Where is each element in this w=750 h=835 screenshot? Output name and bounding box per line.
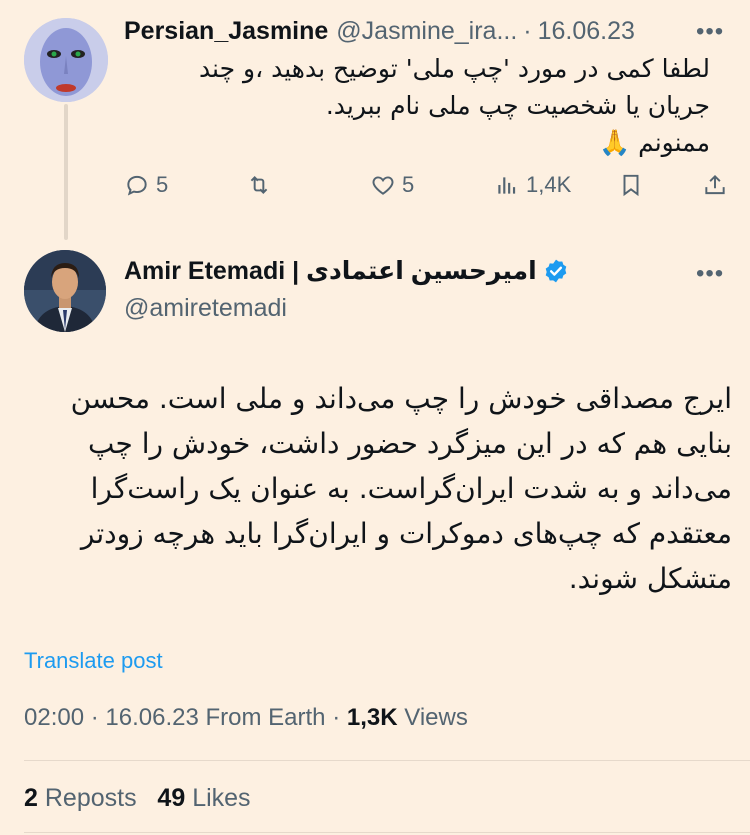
separator-dot: · xyxy=(90,704,99,731)
reply-text-line: لطفا کمی در مورد 'چپ ملی' توضیح بدهید ،و… xyxy=(198,54,710,83)
bookmark-button[interactable] xyxy=(618,172,644,198)
post-date[interactable]: 16.06.23 xyxy=(105,704,198,731)
heart-icon xyxy=(372,176,394,195)
likes-label: Likes xyxy=(192,784,251,812)
post-metadata: 02:00 · 16.06.23 From Earth · 1,3K Views xyxy=(24,704,468,732)
verified-badge-icon xyxy=(545,259,566,283)
views-count: 1,3K xyxy=(346,704,398,731)
avatar[interactable] xyxy=(24,250,106,332)
avatar[interactable] xyxy=(24,18,108,102)
analytics-icon xyxy=(498,177,516,194)
more-icon[interactable]: ••• xyxy=(696,260,724,288)
engagement-stats: 2 Reposts 49 Likes xyxy=(24,784,251,813)
separator-dot: · xyxy=(523,16,532,45)
repost-icon xyxy=(250,176,268,194)
author-name[interactable]: Amir Etemadi | امیرحسین اعتمادی xyxy=(124,256,537,286)
repost-button[interactable] xyxy=(246,172,278,198)
share-button[interactable] xyxy=(702,172,728,198)
author-handle[interactable]: @amiretemadi xyxy=(124,294,287,323)
author-handle[interactable]: @Jasmine_ira... xyxy=(336,17,517,46)
translate-post-link[interactable]: Translate post xyxy=(24,648,163,674)
author-name[interactable]: Persian_Jasmine xyxy=(124,17,328,46)
view-count: 1,4K xyxy=(526,172,572,197)
separator-dot: · xyxy=(332,704,341,731)
reply-text: لطفا کمی در مورد 'چپ ملی' توضیح بدهید ،و… xyxy=(150,50,710,161)
bookmark-icon xyxy=(623,174,639,197)
reply-icon xyxy=(127,175,147,196)
reply-text-line: جریان یا شخصیت چپ ملی نام ببرید. xyxy=(325,91,710,120)
reposts-count: 2 xyxy=(24,784,38,812)
reposts-label: Reposts xyxy=(44,784,137,812)
author-name-row: Amir Etemadi | امیرحسین اعتمادی xyxy=(124,256,569,286)
action-bar: 5 5 1,4K xyxy=(124,172,734,206)
post-text: ایرج مصداقی خودش را چپ می‌داند و ملی است… xyxy=(70,382,732,595)
views-label: Views xyxy=(404,704,468,731)
like-count: 5 xyxy=(402,172,415,197)
reply-header: Persian_Jasmine @Jasmine_ira... · 16.06.… xyxy=(124,14,635,48)
divider xyxy=(24,832,750,833)
reply-count: 5 xyxy=(156,172,169,197)
post-source: From Earth xyxy=(205,704,326,731)
likes-count: 49 xyxy=(157,784,186,812)
divider xyxy=(24,760,750,761)
more-icon[interactable]: ••• xyxy=(696,18,724,46)
share-icon xyxy=(705,174,725,195)
like-button[interactable]: 5 xyxy=(370,172,414,198)
reply-text-line: ممنونم 🙏 xyxy=(599,128,710,157)
reposts-stat[interactable]: 2 Reposts xyxy=(24,784,137,812)
likes-stat[interactable]: 49 Likes xyxy=(157,784,250,812)
post-date[interactable]: 16.06.23 xyxy=(538,17,635,46)
views-button[interactable]: 1,4K xyxy=(494,172,571,198)
reply-tweet[interactable]: Persian_Jasmine @Jasmine_ira... · 16.06.… xyxy=(0,0,750,230)
reply-button[interactable]: 5 xyxy=(124,172,168,198)
post-time[interactable]: 02:00 xyxy=(24,704,84,731)
